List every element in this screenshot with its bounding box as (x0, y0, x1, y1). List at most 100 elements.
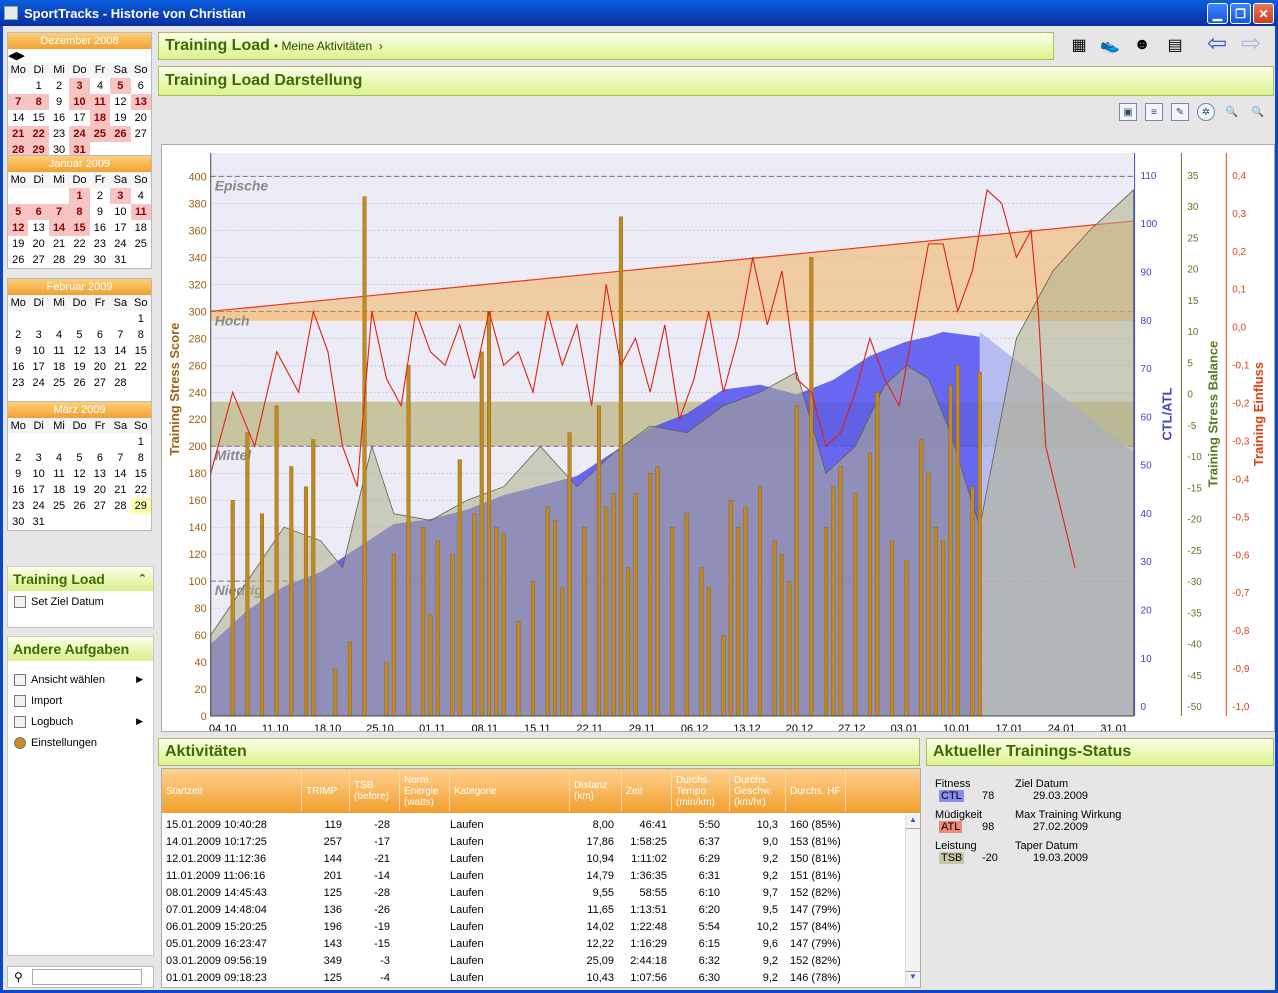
calendar-day[interactable]: 10 (110, 204, 130, 220)
calendar-day[interactable]: 19 (69, 359, 89, 375)
calendar-day[interactable]: 30 (8, 514, 28, 530)
calendar-day[interactable]: 16 (8, 359, 28, 375)
column-header[interactable]: TRIMP (302, 771, 350, 811)
column-header[interactable]: Durchs. HF (786, 771, 846, 811)
calendar-day[interactable]: 10 (69, 94, 90, 110)
calendar-view-icon[interactable]: ▦ (1067, 34, 1091, 56)
table-row[interactable]: 14.01.2009 10:17:25 257 -17 Laufen 17,86 1:58… (162, 834, 906, 851)
calendar-day[interactable]: 6 (90, 450, 110, 466)
table-row[interactable]: 08.01.2009 14:45:43 125 -28 Laufen 9,55 58:55… (162, 885, 906, 902)
column-header[interactable]: Kategorie (450, 771, 570, 811)
calendar-day[interactable]: 11 (89, 94, 111, 110)
athlete-icon[interactable]: ☻ (1130, 34, 1154, 56)
calendar-day[interactable]: 29 (130, 498, 151, 514)
calendar-day[interactable]: 25 (49, 375, 69, 391)
calendar-day[interactable]: 16 (8, 482, 28, 498)
logbook-item[interactable]: Logbuch ▶ (8, 711, 153, 732)
table-icon[interactable]: ≡ (1145, 103, 1163, 121)
calendar-day[interactable]: 1 (69, 188, 90, 204)
calendar-day[interactable]: 15 (28, 110, 48, 126)
search-icon[interactable]: ⚲ (14, 970, 23, 984)
calendar-day[interactable]: 5 (69, 450, 89, 466)
calendar-day[interactable]: 9 (49, 94, 69, 110)
calendar-day[interactable]: 24 (69, 126, 90, 142)
table-row[interactable]: 07.01.2009 14:48:04 136 -26 Laufen 11,65 1:13… (162, 902, 906, 919)
calendar-day[interactable]: 3 (28, 327, 48, 343)
calendar-day[interactable]: 18 (49, 359, 69, 375)
calendar-day[interactable]: 31 (110, 252, 130, 268)
training-load-panel-title[interactable]: Training Load ⌃ (8, 567, 153, 591)
table-row[interactable]: 03.01.2009 09:56:19 349 -3 Laufen 25,09 2:44:… (162, 953, 906, 970)
calendar-day[interactable]: 8 (69, 204, 90, 220)
calendar-day[interactable]: 12 (8, 220, 29, 236)
calendar-day[interactable]: 7 (110, 327, 130, 343)
calendar-day[interactable]: 23 (90, 236, 110, 252)
calendar-day[interactable]: 10 (28, 343, 48, 359)
calendar-day[interactable]: 14 (48, 220, 70, 236)
calendar-day[interactable]: 12 (69, 343, 89, 359)
minimize-button[interactable]: ▁ (1207, 3, 1228, 24)
calendar-day[interactable]: 25 (89, 126, 111, 142)
calendar-day[interactable]: 2 (8, 450, 28, 466)
calendar-day[interactable]: 2 (8, 327, 28, 343)
calendar-day[interactable]: 15 (69, 220, 90, 236)
calendar-day[interactable]: 27 (131, 126, 151, 142)
calendar-day[interactable]: 9 (8, 343, 28, 359)
import-item[interactable]: Import (8, 690, 153, 711)
calendar-day[interactable]: 22 (131, 359, 151, 375)
column-header[interactable]: Distanz (km) (570, 771, 622, 811)
calendar-day[interactable]: 26 (8, 252, 28, 268)
calendar-day[interactable]: 11 (130, 204, 151, 220)
calendar-day[interactable]: 6 (131, 78, 151, 94)
calendar-day[interactable]: 20 (131, 110, 151, 126)
chart-edit-icon[interactable]: ✎ (1171, 103, 1189, 121)
calendar-day[interactable]: 17 (28, 482, 48, 498)
calendar-day[interactable]: 20 (90, 482, 110, 498)
calendar-day[interactable]: 3 (28, 450, 48, 466)
calendar-day[interactable]: 18 (49, 482, 69, 498)
table-row[interactable]: 01.01.2009 09:18:23 125 -4 Laufen 10,43 1:07:… (162, 970, 906, 987)
calendar-day[interactable]: 3 (69, 78, 90, 94)
calendar-day[interactable]: 24 (110, 236, 130, 252)
calendar-day[interactable]: 14 (110, 343, 130, 359)
maximize-button[interactable]: ❐ (1230, 3, 1251, 24)
calendar-day[interactable]: 27 (90, 375, 110, 391)
column-header[interactable]: TSB (before) (350, 771, 400, 811)
shoe-icon[interactable]: 👟 (1098, 34, 1122, 56)
search-input[interactable] (32, 969, 142, 985)
calendar-day[interactable]: 15 (131, 466, 151, 482)
calendar-day[interactable]: 28 (110, 498, 130, 514)
calendar-day[interactable]: 25 (49, 498, 69, 514)
calendar-day[interactable]: 20 (28, 236, 48, 252)
column-header[interactable]: Durchs. Tempo (min/km) (672, 771, 730, 811)
calendar-day[interactable]: 16 (49, 110, 69, 126)
calendar-day[interactable]: 13 (90, 466, 110, 482)
calendar-day[interactable]: 2 (49, 78, 69, 94)
calendar-day[interactable]: 21 (110, 482, 130, 498)
calendar-day[interactable]: 26 (69, 498, 89, 514)
calendar-day[interactable]: 9 (90, 204, 110, 220)
breadcrumb[interactable]: • Meine Aktivitäten › (274, 39, 383, 53)
column-header[interactable]: Zeit (622, 771, 672, 811)
calendar-day[interactable]: 4 (49, 327, 69, 343)
column-header[interactable]: Startzeit (162, 771, 302, 811)
calendar-day[interactable]: 28 (49, 252, 69, 268)
calendar-day[interactable]: 8 (131, 327, 151, 343)
calendar-day[interactable]: 7 (110, 450, 130, 466)
calendar-day[interactable]: 7 (8, 94, 29, 110)
calendar-day[interactable]: 20 (90, 359, 110, 375)
scroll-down-icon[interactable]: ▼ (906, 971, 920, 985)
collapse-icon[interactable]: ⌃ (138, 567, 147, 591)
calendar-day[interactable]: 4 (131, 188, 151, 204)
calendar-day[interactable]: 6 (28, 204, 49, 220)
settings-icon[interactable]: ✲ (1197, 103, 1215, 121)
calendar-day[interactable]: 19 (69, 482, 89, 498)
calendar-day[interactable]: 16 (90, 220, 110, 236)
calendar-day[interactable]: 29 (69, 252, 89, 268)
calendar-day[interactable]: 19 (8, 236, 28, 252)
scroll-up-icon[interactable]: ▲ (906, 815, 920, 829)
column-header[interactable]: Durchs. Geschw. (km/hr) (730, 771, 786, 811)
zoom-out-icon[interactable]: 🔍 (1223, 103, 1241, 121)
calendar-day[interactable]: 26 (69, 375, 89, 391)
report-icon[interactable]: ▤ (1163, 34, 1187, 56)
